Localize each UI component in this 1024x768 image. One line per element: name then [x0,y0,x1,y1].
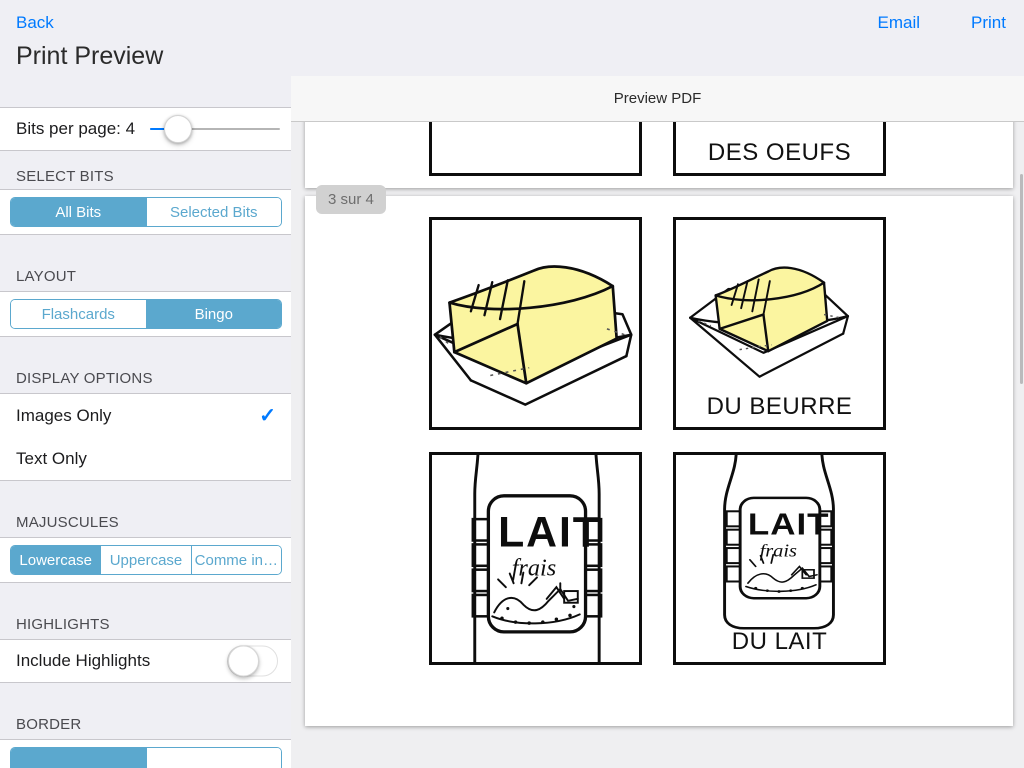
section-header-label: MAJUSCULES [16,514,119,531]
section-header-highlights: HIGHLIGHTS [0,583,292,639]
option-label: Text Only [16,448,87,468]
card-caption: DU LAIT [731,628,828,655]
select-bits-segmented[interactable]: All Bits Selected Bits [10,197,282,227]
section-header-select-bits: SELECT BITS [0,151,292,189]
bingo-card[interactable]: DES OEUFS [673,122,886,176]
settings-sidebar[interactable]: Bits per page: 4 SELECT BITS All Bits Se… [0,76,292,768]
svg-text:frais: frais [760,542,797,561]
toggle-knob [228,645,259,677]
section-header-label: DISPLAY OPTIONS [16,370,153,387]
back-button[interactable]: Back [16,13,54,33]
slider-thumb[interactable] [164,115,192,143]
section-header-majuscules: MAJUSCULES [0,481,292,537]
bingo-card[interactable] [429,122,642,176]
bits-per-page-label: Bits per page: 4 [16,119,136,138]
section-header-label: HIGHLIGHTS [16,616,110,633]
section-header-display-options: DISPLAY OPTIONS [0,337,292,393]
preview-header-title: Preview PDF [613,90,702,107]
include-highlights-toggle[interactable] [227,645,278,677]
svg-text:frais: frais [512,555,557,582]
section-header-layout: LAYOUT [0,235,292,291]
bingo-card-grid: DU BEURRE LAIT frais LAIT frais DU LAIT [429,217,889,665]
section-header-label: LAYOUT [16,268,77,285]
vertical-scrollbar[interactable] [1020,174,1023,384]
bingo-card-butter-labeled[interactable]: DU BEURRE [673,217,886,430]
bingo-card-butter-image[interactable] [429,217,642,430]
svg-text:LAIT: LAIT [498,508,601,556]
option-label: Images Only [16,405,112,425]
display-option-images-only[interactable]: Images Only ✓ [0,393,292,438]
card-caption: DU BEURRE [706,393,853,420]
layout-segmented[interactable]: Flashcards Bingo [10,299,282,329]
majuscules-segmented-row[interactable]: Lowercase Uppercase Comme in… [0,537,292,583]
section-header-label: BORDER [16,716,82,733]
milk-bottle-art: LAIT frais [471,455,603,662]
segment-comme-inscrit[interactable]: Comme in… [190,546,281,574]
top-bar: Back Print Preview Email Print [0,0,1024,76]
include-highlights-label: Include Highlights [16,651,151,670]
email-button[interactable]: Email [877,13,920,33]
majuscules-segmented[interactable]: Lowercase Uppercase Comme in… [10,545,282,575]
card-caption: DES OEUFS [707,139,852,166]
section-header-border: BORDER [0,683,292,739]
egg-cracked-art [432,122,639,173]
preview-header: Preview PDF [291,76,1024,122]
layout-segmented-row[interactable]: Flashcards Bingo [0,291,292,337]
bingo-card-milk-labeled[interactable]: LAIT frais DU LAIT [673,452,886,665]
pdf-page-current[interactable]: DU BEURRE LAIT frais LAIT frais DU LAIT [305,196,1013,726]
segment-lowercase[interactable]: Lowercase [11,546,101,574]
print-preview-screen: Back Print Preview Email Print Bits per … [0,0,1024,768]
segment-selected-bits[interactable]: Selected Bits [145,198,281,226]
butter-block-art [433,265,633,406]
checkmark-icon: ✓ [259,404,276,427]
segment-flashcards[interactable]: Flashcards [11,300,146,328]
border-segmented[interactable] [10,747,282,768]
select-bits-segmented-row[interactable]: All Bits Selected Bits [0,189,292,235]
pdf-preview-panel: Preview PDF DES OEUFS DU BEURRE LAIT fra… [291,76,1024,768]
page-title: Print Preview [16,42,164,70]
segment-border-off[interactable] [145,748,281,768]
segment-bingo[interactable]: Bingo [145,300,281,328]
segment-uppercase[interactable]: Uppercase [100,546,191,574]
bits-per-page-row[interactable]: Bits per page: 4 [0,107,292,151]
border-segmented-row[interactable] [0,739,292,768]
bingo-card-milk-image[interactable]: LAIT frais [429,452,642,665]
segment-border-on[interactable] [11,748,146,768]
include-highlights-row[interactable]: Include Highlights [0,639,292,683]
section-header-label: SELECT BITS [16,168,114,185]
page-indicator-badge: 3 sur 4 [316,185,386,214]
print-button[interactable]: Print [971,13,1006,33]
display-option-text-only[interactable]: Text Only [0,437,292,481]
pdf-page-previous[interactable]: DES OEUFS [305,122,1013,188]
segment-all-bits[interactable]: All Bits [11,198,146,226]
preview-scroll-area[interactable]: DES OEUFS DU BEURRE LAIT frais LAIT frai… [291,122,1024,768]
svg-text:LAIT: LAIT [748,507,830,541]
